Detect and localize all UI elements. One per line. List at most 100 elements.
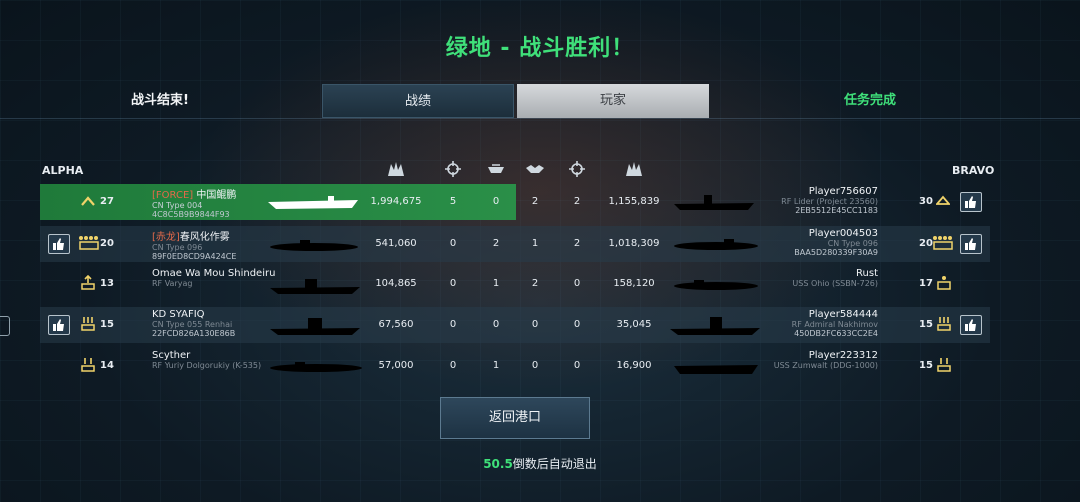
crosshair-icon — [569, 161, 585, 177]
rank-stars-icon — [79, 236, 99, 250]
rank-number: 15 — [100, 319, 114, 330]
rank-number: 27 — [100, 196, 114, 207]
column-headers — [0, 160, 1080, 178]
countdown-seconds: 50.5 — [483, 457, 513, 471]
player-name: Player584444 — [808, 309, 878, 320]
ship-kill-icon — [488, 164, 504, 173]
ship-silhouette — [270, 318, 360, 335]
table-row: 27 [FORCE] 中国鲲鹏 CN Type 004 4C8C5B9B9844… — [40, 184, 990, 220]
player-id: 22FCD826A130E86B — [152, 329, 236, 338]
rank-number: 15 — [919, 319, 933, 330]
ship-silhouette — [270, 279, 360, 294]
kills-value: 0 — [573, 360, 581, 371]
rank-insignia-icon — [81, 275, 95, 290]
handshake-icon — [526, 165, 544, 173]
rank-number: 13 — [100, 278, 114, 289]
like-button[interactable] — [48, 315, 70, 335]
player-id: 450DB2FC633CC2E4 — [794, 329, 878, 338]
table-row: 20 [赤龙]春风化作雾 CN Type 096 89F0ED8CD9A424C… — [40, 226, 990, 262]
thumbs-up-icon — [965, 319, 976, 331]
rank-insignia-icon — [937, 276, 951, 290]
header-divider — [0, 118, 1080, 119]
crosshair-icon — [445, 161, 461, 177]
mission-complete-label: 任务完成 — [843, 93, 896, 108]
return-to-port-button[interactable]: 返回港口 — [440, 397, 590, 439]
damage-value: 16,900 — [616, 360, 652, 371]
kills-value: 0 — [573, 319, 581, 330]
battle-over-label: 战斗结束! — [131, 93, 189, 108]
player-name: KD SYAFIQ — [152, 309, 205, 320]
rank-insignia-icon — [81, 317, 95, 331]
side-panel-toggle[interactable] — [0, 316, 10, 336]
player-name: Rust — [856, 268, 878, 279]
thumbs-up-icon — [965, 196, 976, 208]
rank-stars-icon — [933, 236, 953, 250]
player-id: 4C8C5B9B9844F93 — [152, 210, 230, 219]
like-button[interactable] — [960, 234, 982, 254]
player-id: 89F0ED8CD9A424CE — [152, 252, 237, 261]
damage-icon — [388, 162, 404, 176]
clan-tag: [赤龙] — [152, 232, 180, 243]
like-button[interactable] — [48, 234, 70, 254]
ship-name: CN Type 096 — [827, 239, 878, 248]
tab-stats[interactable]: 战绩 — [322, 84, 514, 118]
ship-silhouette — [270, 240, 358, 251]
ship-name: RF Yuriy Dolgorukiy (K-535) — [152, 361, 262, 370]
thumbs-up-icon — [53, 238, 64, 250]
damage-icon — [626, 162, 642, 176]
rank-chevron-icon — [81, 196, 95, 206]
rank-number: 20 — [100, 238, 114, 249]
player-name: 春风化作雾 — [179, 232, 230, 243]
damage-value: 1,155,839 — [608, 196, 660, 207]
player-name: Omae Wa Mou Shindeiru — [152, 268, 276, 279]
ship-name: USS Zumwalt (DDG-1000) — [773, 361, 878, 370]
table-row: 13 Omae Wa Mou Shindeiru RF Varyag 104,8… — [40, 266, 990, 302]
player-name: Player756607 — [808, 186, 878, 197]
clan-tag: [FORCE] — [152, 190, 194, 201]
kills-value: 0 — [573, 278, 581, 289]
player-name: 中国鲲鹏 — [196, 190, 237, 201]
player-id: BAA5D280339F30A9 — [794, 248, 878, 257]
header-row: 战斗结束! 战绩 玩家 任务完成 — [0, 84, 1080, 118]
ship-silhouette — [270, 362, 362, 372]
rank-chevron-icon — [936, 195, 950, 205]
damage-value: 104,865 — [375, 278, 417, 289]
damage-value: 67,560 — [378, 319, 414, 330]
damage-value: 1,994,675 — [370, 196, 422, 207]
countdown-text: 50.5倒数后自动退出 — [0, 455, 1080, 472]
player-info: Rust USS Ohio (SSBN-726) — [740, 268, 878, 288]
countdown-suffix: 倒数后自动退出 — [512, 457, 597, 471]
damage-value: 57,000 — [378, 360, 414, 371]
battle-result-title: 绿地 - 战斗胜利！ — [445, 36, 635, 61]
kills-value: 2 — [573, 196, 581, 207]
rank-insignia-icon — [81, 358, 95, 372]
ship-name: CN Type 004 — [152, 201, 203, 210]
player-id: 2EB5512E45CC1183 — [795, 206, 878, 215]
kills-value: 2 — [573, 238, 581, 249]
player-info: [赤龙]春风化作雾 CN Type 096 89F0ED8CD9A424CE — [152, 228, 236, 261]
thumbs-up-icon — [53, 319, 64, 331]
rank-number: 30 — [919, 196, 933, 207]
damage-value: 35,045 — [616, 319, 652, 330]
like-button[interactable] — [960, 192, 982, 212]
tab-players[interactable]: 玩家 — [517, 84, 709, 118]
rank-number: 15 — [919, 360, 933, 371]
table-row: 15 KD SYAFIQ CN Type 055 Renhai 22FCD826… — [40, 307, 990, 343]
rank-number: 14 — [100, 360, 114, 371]
player-info: Player004503 CN Type 096 BAA5D280339F30A… — [740, 228, 878, 257]
player-name: Player004503 — [808, 228, 878, 239]
rank-insignia-icon — [937, 317, 951, 331]
rank-number: 20 — [919, 238, 933, 249]
player-info: Player756607 RF Lider (Project 23560) 2E… — [740, 186, 878, 215]
table-row: 14 Scyther RF Yuriy Dolgorukiy (K-535) 5… — [40, 348, 990, 384]
player-name: Player223312 — [808, 350, 878, 361]
rank-number: 17 — [919, 278, 933, 289]
ship-name: CN Type 055 Renhai — [152, 320, 233, 329]
ship-name: USS Ohio (SSBN-726) — [792, 279, 878, 288]
ship-name: RF Varyag — [152, 279, 193, 288]
player-info: Player223312 USS Zumwalt (DDG-1000) — [740, 350, 878, 370]
ship-name: RF Lider (Project 23560) — [781, 197, 878, 206]
player-info: KD SYAFIQ CN Type 055 Renhai 22FCD826A13… — [152, 309, 235, 338]
like-button[interactable] — [960, 315, 982, 335]
damage-value: 158,120 — [613, 278, 655, 289]
